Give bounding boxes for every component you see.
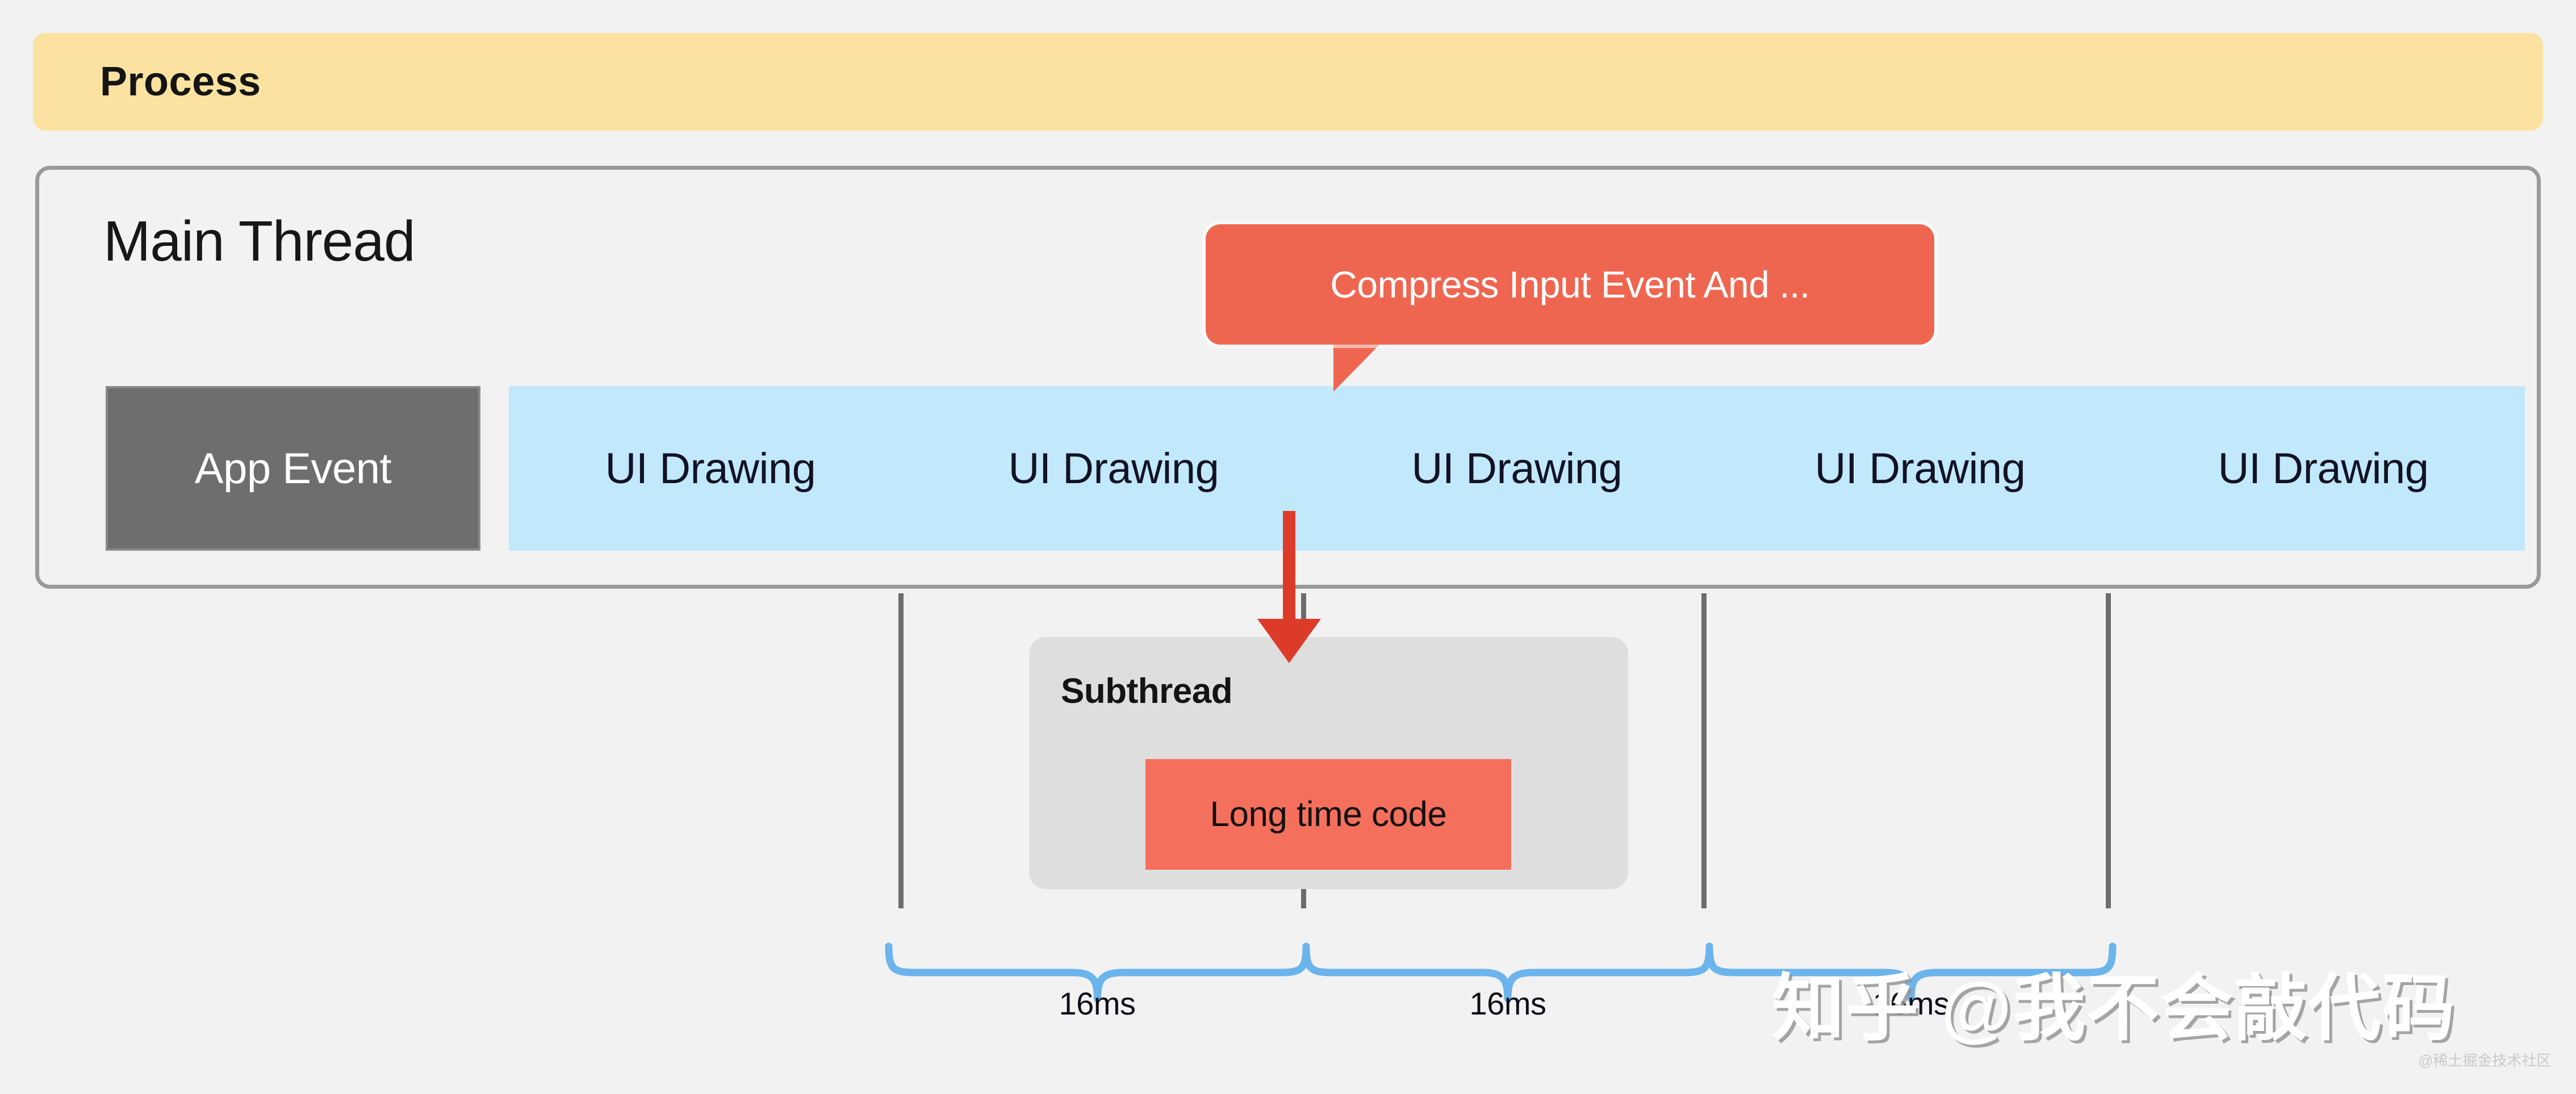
long-time-code-block: Long time code bbox=[1145, 759, 1511, 870]
process-label: Process bbox=[100, 59, 261, 104]
arrow-head-icon bbox=[1257, 619, 1321, 663]
callout-bubble: Compress Input Event And ... bbox=[1206, 224, 1934, 345]
timeline-block-label: UI Drawing bbox=[605, 444, 816, 493]
timeline-block-0: App Event bbox=[106, 386, 480, 551]
timeline-block-label: UI Drawing bbox=[1008, 444, 1219, 493]
timeline-block-5: UI Drawing bbox=[2122, 386, 2525, 551]
frame-duration-label-1: 16ms bbox=[1469, 986, 1546, 1021]
timeline-block-2: UI Drawing bbox=[912, 386, 1315, 551]
timeline-divider-2 bbox=[1701, 593, 1707, 908]
timeline-block-1: UI Drawing bbox=[509, 386, 912, 551]
timeline-divider-0 bbox=[898, 593, 904, 908]
frame-duration-label-2: 16ms bbox=[1872, 986, 1950, 1021]
subthread-title: Subthread bbox=[1061, 672, 1233, 711]
arrow-shaft-icon bbox=[1283, 511, 1295, 624]
timeline-block-label: UI Drawing bbox=[1814, 444, 2026, 493]
frame-duration-label-0: 16ms bbox=[1059, 986, 1136, 1021]
timeline-block-4: UI Drawing bbox=[1718, 386, 2122, 551]
timeline-block-label: App Event bbox=[194, 444, 392, 493]
callout-tail-icon bbox=[1333, 341, 1383, 392]
timeline-divider-3 bbox=[2106, 593, 2111, 908]
watermark-secondary: @稀土掘金技术社区 bbox=[2418, 1052, 2552, 1069]
long-time-code-label: Long time code bbox=[1210, 795, 1447, 834]
callout-text: Compress Input Event And ... bbox=[1330, 263, 1810, 305]
main-thread-title: Main Thread bbox=[103, 209, 416, 273]
timeline-block-label: UI Drawing bbox=[2218, 444, 2429, 493]
timeline-block-label: UI Drawing bbox=[1411, 444, 1622, 493]
timeline-block-3: UI Drawing bbox=[1315, 386, 1718, 551]
frame-braces bbox=[885, 942, 2117, 1003]
process-banner: Process bbox=[33, 33, 2543, 131]
